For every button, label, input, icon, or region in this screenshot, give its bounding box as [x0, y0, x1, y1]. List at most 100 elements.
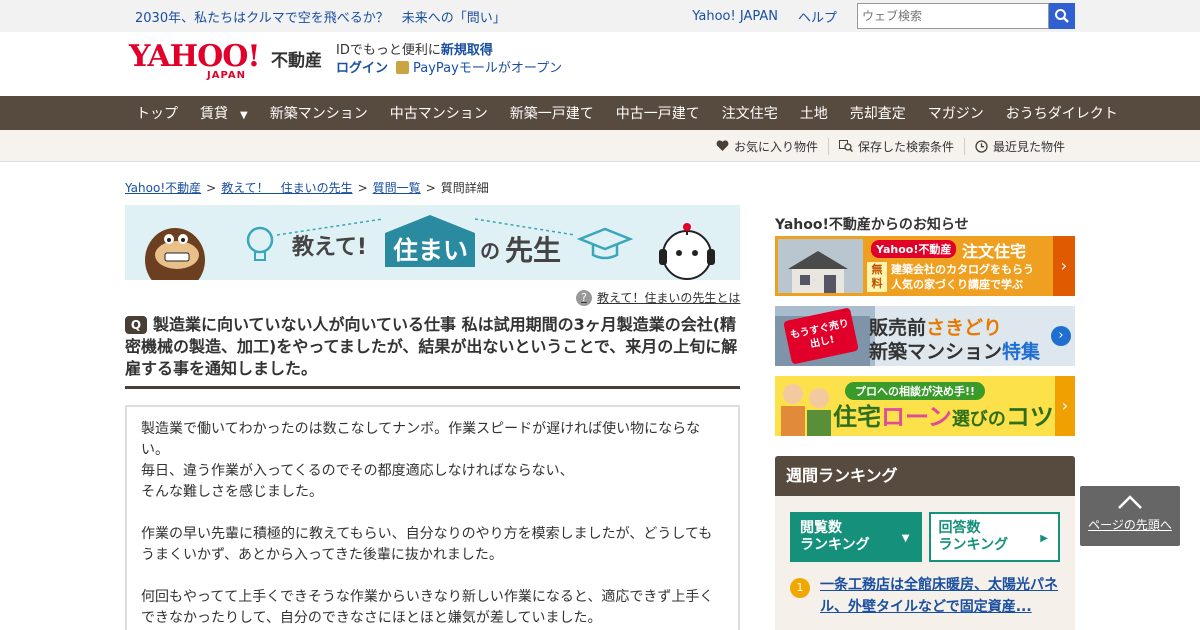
ad3-bubble: プロへの相談が決め手!! — [845, 382, 986, 400]
ad-shinchiku-mansion[interactable]: もうすぐ売り出し! 販売前さきどり 新築マンション特集 › — [775, 306, 1075, 366]
paypay-link[interactable]: PayPayモールがオープン — [413, 61, 562, 76]
nav-ouchi-direct[interactable]: おうちダイレクト — [1006, 103, 1118, 123]
news-heading: Yahoo!不動産からのお知らせ — [775, 217, 969, 233]
nav-top[interactable]: トップ — [136, 103, 178, 123]
nav-magazine[interactable]: マガジン — [928, 103, 984, 123]
ad2-line1b: さきどり — [926, 317, 1003, 339]
chevron-right-icon: › — [1053, 236, 1075, 296]
breadcrumb-link-questions[interactable]: 質問一覧 — [373, 181, 421, 195]
answer-paragraph: 製造業で働いてわかったのは数こなしてナンボ。作業スピードが遅ければ使い物にならな… — [141, 421, 701, 458]
breadcrumb-link-oshiete[interactable]: 教えて！ 住まいの先生 — [221, 181, 352, 195]
search-button[interactable] — [1049, 3, 1075, 29]
nav-chumon-jutaku[interactable]: 注文住宅 — [722, 103, 778, 123]
yahoo-fudosan-logo[interactable]: YAHOO! JAPAN — [129, 39, 269, 82]
nav-shinchiku-mansion[interactable]: 新築マンション — [270, 103, 368, 123]
about-oshiete-link[interactable]: ? 教えて！住まいの先生とは — [576, 289, 740, 306]
tab-answers-ranking[interactable]: 回答数 ランキング ▶ — [928, 512, 1060, 562]
id-text: IDでもっと便利に — [336, 43, 441, 58]
ad3-t5: コツ — [1005, 403, 1054, 431]
login-link[interactable]: ログイン — [336, 61, 388, 76]
heart-icon — [716, 140, 729, 151]
ad3-t2: ローン — [881, 403, 952, 431]
banner-sumai: 住まい — [393, 236, 469, 265]
caret-down-icon: ▼ — [240, 110, 248, 121]
weekly-ranking: 週間ランキング 閲覧数 ランキング ▼ 回答数 ランキング ▶ 1 一条工務店は… — [775, 456, 1075, 630]
recent-label: 最近見た物件 — [992, 139, 1065, 154]
ranking-item-link[interactable]: 一条工務店は全館床暖房、太陽光パネル、外壁タイルなどで固定資産... — [820, 574, 1060, 618]
chevron-right-icon: › — [1051, 326, 1071, 346]
breadcrumb: Yahoo!不動産 > 教えて！ 住まいの先生 > 質問一覧 > 質問詳細 — [125, 181, 489, 195]
answer-body: 製造業で働いてわかったのは数こなしてナンボ。作業スピードが遅ければ使い物にならな… — [125, 405, 740, 630]
caret-down-icon: ▼ — [901, 533, 910, 544]
logo-fudosan: 不動産 — [271, 51, 322, 71]
site-header: YAHOO! JAPAN 不動産 IDでもっと便利に新規取得 ログイン PayPa… — [0, 32, 1200, 96]
page-top-button[interactable]: ページの先頭へ — [1080, 486, 1180, 546]
top-bar: 2030年、私たちはクルマで空を飛べるか？ 未来への「問い」 Yahoo! JA… — [0, 0, 1200, 32]
recent-link[interactable]: 最近見た物件 — [963, 137, 1075, 155]
ad3-t3: 選び — [951, 409, 988, 430]
yahoo-japan-link[interactable]: Yahoo! JAPAN — [692, 9, 778, 24]
help-link[interactable]: ヘルプ — [798, 7, 837, 26]
shopping-bag-icon — [396, 61, 410, 74]
monkey-mascot-icon — [145, 228, 205, 280]
ad1-title: 注文住宅 — [962, 242, 1027, 261]
about-oshiete-label: 教えて！住まいの先生とは — [597, 291, 741, 305]
house-photo — [778, 239, 863, 293]
nav-chuko-ikkodate[interactable]: 中古一戸建て — [616, 103, 700, 123]
register-link[interactable]: 新規取得 — [441, 43, 493, 58]
search-icon — [1055, 9, 1069, 23]
ranking-item: 1 一条工務店は全館床暖房、太陽光パネル、外壁タイルなどで固定資産... — [775, 562, 1075, 618]
answer-paragraph: 毎日、違う作業が入ってくるのでその都度適応しなければならない、 — [141, 463, 574, 479]
saved-search-icon — [838, 140, 853, 152]
banner-no: の — [480, 239, 500, 263]
sub-nav: お気に入り物件 保存した検索条件 最近見た物件 — [0, 130, 1200, 162]
chevron-up-icon — [1118, 495, 1142, 509]
graduation-cap-icon — [576, 227, 634, 260]
logo-japan: JAPAN — [207, 70, 246, 81]
ad2-line2b: 特集 — [1002, 341, 1041, 363]
robot-mascot-icon — [659, 223, 715, 280]
people-illustration — [781, 384, 831, 436]
id-box: IDでもっと便利に新規取得 ログイン PayPayモールがオープン — [336, 42, 562, 78]
saved-search-link[interactable]: 保存した検索条件 — [827, 137, 964, 155]
favorites-label: お気に入り物件 — [733, 139, 818, 154]
q-badge: Q — [125, 316, 147, 334]
main-area: Yahoo!不動産 > 教えて！ 住まいの先生 > 質問一覧 > 質問詳細 教え… — [125, 162, 1075, 630]
breadcrumb-link-fudosan[interactable]: Yahoo!不動産 — [125, 181, 201, 195]
oshiete-banner[interactable]: 教えて! 住まい の 先生 — [125, 205, 740, 280]
ad1-line1: 建築会社のカタログをもらう — [891, 263, 1034, 276]
ad1-free-1: 無 — [871, 263, 883, 276]
nav-tochi[interactable]: 土地 — [800, 103, 828, 123]
ad2-line1a: 販売前 — [869, 317, 927, 339]
nav-chuko-mansion[interactable]: 中古マンション — [390, 103, 488, 123]
favorites-link[interactable]: お気に入り物件 — [706, 138, 828, 155]
web-search — [857, 3, 1075, 29]
answer-paragraph: 作業の早い先輩に積極的に教えてもらい、自分なりのやり方を模索しましたが、どうして… — [141, 526, 713, 563]
page-top-label: ページの先頭へ — [1088, 518, 1172, 532]
ad2-line2a: 新築マンション — [869, 341, 1003, 363]
promo-link[interactable]: 2030年、私たちはクルマで空を飛べるか？ 未来への「問い」 — [135, 7, 506, 26]
global-nav: トップ 賃貸 ▼ 新築マンション 中古マンション 新築一戸建て 中古一戸建て 注文… — [0, 96, 1200, 130]
ad3-t1: 住宅 — [833, 403, 881, 431]
ranking-heading: 週間ランキング — [775, 456, 1075, 496]
chevron-right-icon: › — [1055, 376, 1075, 436]
nav-shinchiku-ikkodate[interactable]: 新築一戸建て — [510, 103, 594, 123]
saved-search-label: 保存した検索条件 — [857, 139, 954, 154]
ad-loan-tips[interactable]: プロへの相談が決め手!! 住宅ローン選びのコツ › — [775, 376, 1075, 436]
breadcrumb-current: 質問詳細 — [440, 181, 489, 195]
ad3-t4: の — [987, 409, 1006, 430]
banner-oshiete: 教えて! — [292, 235, 367, 260]
ad-chumon-jutaku[interactable]: Yahoo!不動産 注文住宅 無 料 建築会社のカタログをもらう 人気の家づくり… — [775, 236, 1075, 296]
nav-baikyaku[interactable]: 売却査定 — [850, 103, 906, 123]
banner-sensei: 先生 — [505, 234, 562, 267]
nav-chintai[interactable]: 賃貸 ▼ — [200, 103, 248, 123]
answer-paragraph: 何回もやってて上手くできそうな作業からいきなり新しい作業になると、適応できず上手… — [141, 589, 714, 626]
ad1-free-2: 料 — [871, 277, 883, 290]
tab-views-ranking[interactable]: 閲覧数 ランキング ▼ — [790, 512, 922, 562]
logo-yahoo: YAHOO! — [129, 39, 261, 74]
clock-icon — [975, 139, 988, 153]
search-input[interactable] — [857, 3, 1049, 29]
nav-chintai-label: 賃貸 — [200, 106, 228, 122]
ad1-line2: 人気の家づくり講座で学ぶ — [891, 278, 1023, 291]
answer-paragraph: そんな難しさを感じました。 — [141, 484, 323, 500]
